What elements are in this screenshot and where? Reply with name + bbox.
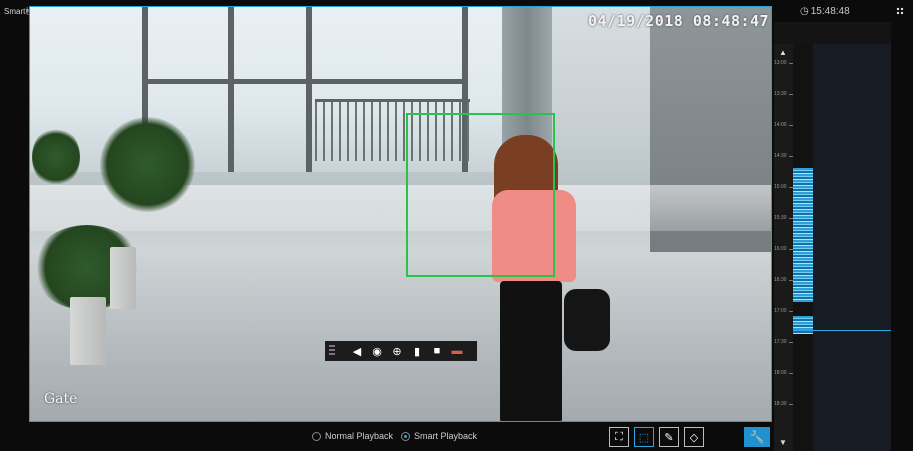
normal-playback-option[interactable]: Normal Playback [312, 431, 393, 441]
scene-transom [142, 79, 468, 84]
clock-icon: ◷ [800, 6, 809, 17]
smart-playback-label: Smart Playback [414, 431, 478, 441]
scene-mullion [228, 7, 234, 172]
wrench-icon[interactable]: 🔧 [744, 427, 770, 447]
scene-floor [30, 252, 771, 421]
timeline-tick: 18:30 [774, 401, 794, 407]
scene-mullion [306, 7, 312, 172]
bookmark-icon[interactable]: ▮ [409, 344, 425, 358]
drag-handle-icon[interactable] [329, 345, 335, 357]
timeline-tick: 15:30 [774, 215, 794, 221]
radio-smart[interactable] [401, 431, 410, 441]
timeline[interactable]: ▲ 13:00 13:30 14:00 14:30 15:00 15:30 16… [774, 44, 891, 451]
select-area-icon[interactable]: ⬚ [634, 427, 654, 447]
zoom-icon[interactable]: ⊕ [389, 344, 405, 358]
clip-icon[interactable]: ▬ [449, 344, 465, 358]
timeline-tick: 14:30 [774, 153, 794, 159]
recording-segment[interactable] [793, 168, 813, 302]
person-legs [500, 281, 562, 421]
scene-pot [110, 247, 136, 309]
smart-playback-window: Smart检索 [4.19] 04/19/2018 08:48:47 Gate … [0, 0, 913, 451]
audio-icon[interactable]: ◀ [349, 344, 365, 358]
recording-track[interactable] [793, 44, 813, 451]
timeline-tick: 15:00 [774, 184, 794, 190]
osd-timestamp: 04/19/2018 08:48:47 [588, 12, 770, 30]
layout-grid-icon[interactable] [896, 7, 904, 15]
timeline-tick: 18:00 [774, 370, 794, 376]
current-time: ◷ 15:48:48 [800, 6, 890, 18]
timeline-tick: 16:00 [774, 246, 794, 252]
scene-pot [70, 297, 106, 365]
scene-plant [32, 127, 80, 187]
smart-playback-option[interactable]: Smart Playback [401, 431, 477, 441]
timeline-ruler: ▲ 13:00 13:30 14:00 14:30 15:00 15:30 16… [774, 44, 793, 451]
scroll-up-icon[interactable]: ▲ [779, 48, 787, 57]
normal-playback-label: Normal Playback [325, 431, 394, 441]
snapshot-icon[interactable]: ◉ [369, 344, 385, 358]
person-backpack [564, 289, 610, 351]
playback-bar: Normal Playback Smart Playback ⛶ ⬚ ✎ ◇ [29, 422, 774, 451]
recording-segment[interactable] [793, 316, 813, 334]
timeline-tick: 17:30 [774, 339, 794, 345]
timeline-tick: 16:30 [774, 277, 794, 283]
diamond-icon[interactable]: ◇ [684, 427, 704, 447]
scene-plant [100, 117, 195, 212]
timeline-header [774, 22, 891, 44]
radio-normal[interactable] [312, 431, 321, 441]
timeline-tick: 13:30 [774, 91, 794, 97]
video-toolbar: ◀ ◉ ⊕ ▮ ■ ▬ [325, 341, 477, 361]
timeline-cursor[interactable] [793, 330, 891, 331]
record-icon[interactable]: ■ [429, 344, 445, 358]
draw-line-icon[interactable]: ✎ [659, 427, 679, 447]
scroll-down-icon[interactable]: ▼ [779, 438, 787, 447]
motion-detection-box[interactable] [406, 113, 555, 277]
timeline-tick: 17:00 [774, 308, 794, 314]
timeline-tick: 13:00 [774, 60, 794, 66]
event-track[interactable] [813, 44, 891, 451]
fullscreen-area-icon[interactable]: ⛶ [609, 427, 629, 447]
timeline-tick: 14:00 [774, 122, 794, 128]
osd-camera-name: Gate [44, 391, 78, 407]
current-time-value: 15:48:48 [810, 6, 850, 17]
